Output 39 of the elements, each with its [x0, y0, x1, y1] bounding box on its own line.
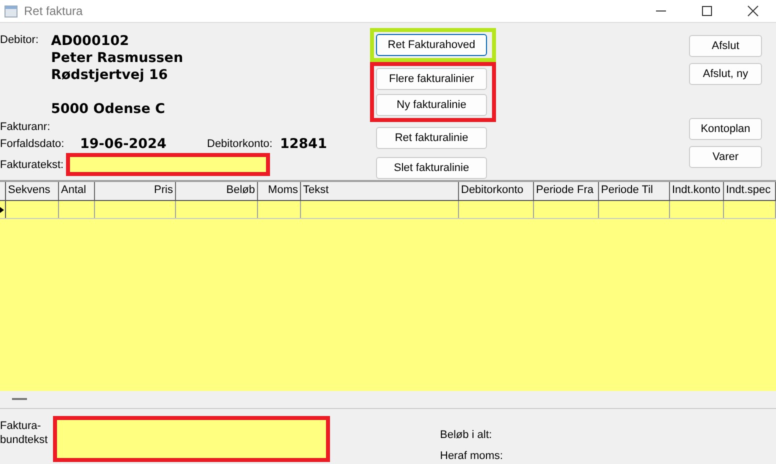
field-label: Debitor: — [0, 33, 40, 48]
column-header[interactable]: Indt.konto — [670, 182, 724, 200]
column-header[interactable]: Pris — [95, 182, 176, 200]
action-button[interactable]: Kontoplan — [689, 118, 762, 140]
column-header[interactable]: Sekvens — [6, 182, 59, 200]
column-header[interactable]: Beløb — [176, 182, 258, 200]
total-label: Beløb i alt: — [440, 429, 493, 441]
debtor-address: Rødstjertvej 16 — [51, 67, 169, 84]
debtor-name: Peter Rasmussen — [51, 50, 184, 67]
field-label: Faktura- bundtekst — [0, 419, 49, 448]
column-header[interactable]: Periode Til — [599, 182, 670, 200]
debtor-account-value: 12841 — [280, 136, 327, 152]
vat-label: Heraf moms: — [440, 450, 503, 462]
column-header[interactable]: Debitorkonto — [459, 182, 534, 200]
field-label: Debitorkonto: — [207, 138, 274, 150]
due-date-value: 19-06-2024 — [80, 136, 168, 152]
column-header[interactable]: Tekst — [301, 182, 459, 200]
field-label: Forfaldsdato: — [0, 138, 66, 150]
debtor-number: AD000102 — [51, 33, 130, 50]
debtor-city: 5000 Odense C — [51, 101, 166, 118]
action-button[interactable]: Afslut — [689, 35, 762, 57]
field-label: Fakturanr: — [0, 120, 50, 132]
column-header[interactable]: Indt.spec — [724, 182, 776, 200]
field-label: Fakturatekst: — [0, 158, 64, 170]
action-button[interactable]: Varer — [689, 146, 762, 168]
action-button[interactable]: Flere fakturalinier — [376, 68, 487, 90]
action-button[interactable]: Ret Fakturahoved — [376, 34, 487, 56]
action-button[interactable]: Slet fakturalinie — [376, 157, 487, 179]
column-header[interactable]: Antal — [59, 182, 95, 200]
window-title: Ret faktura — [24, 4, 83, 18]
column-header[interactable]: Moms — [258, 182, 301, 200]
invoice-text-field[interactable] — [66, 153, 270, 176]
column-header[interactable]: Periode Fra — [534, 182, 599, 200]
app-icon — [4, 4, 18, 18]
action-button[interactable]: Ret fakturalinie — [376, 127, 487, 149]
action-button[interactable]: Ny fakturalinie — [376, 94, 487, 116]
grip-icon[interactable] — [12, 398, 27, 401]
footer-text-field[interactable] — [53, 416, 330, 462]
action-button[interactable]: Afslut, ny — [689, 63, 762, 85]
